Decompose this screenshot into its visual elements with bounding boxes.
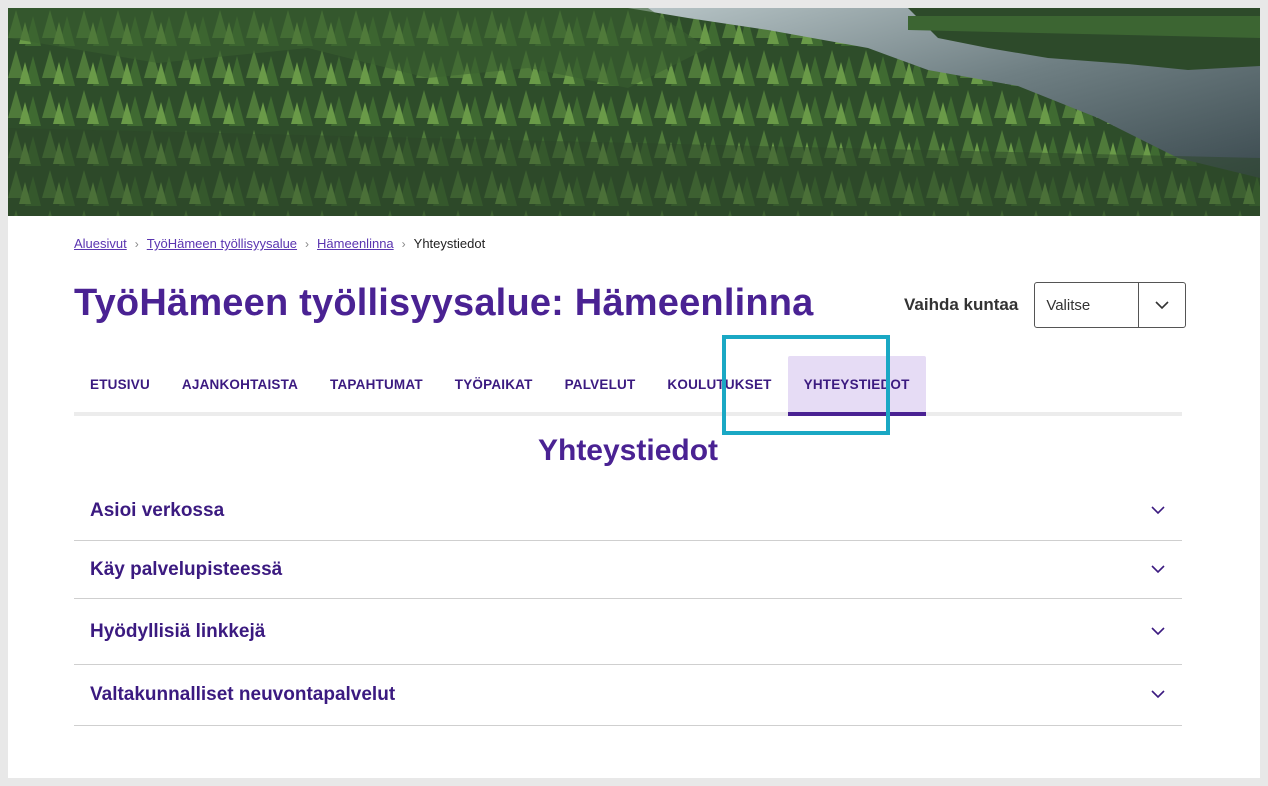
chevron-down-icon bbox=[1150, 686, 1166, 704]
municipality-select[interactable]: Valitse bbox=[1034, 282, 1187, 328]
page-frame: Aluesivut › TyöHämeen työllisyysalue › H… bbox=[8, 8, 1260, 778]
breadcrumb-separator-icon: › bbox=[134, 236, 139, 251]
municipality-label: Vaihda kuntaa bbox=[904, 295, 1019, 314]
accordion-item-hyodyllisia-linkkeja[interactable]: Hyödyllisiä linkkejä bbox=[74, 599, 1182, 665]
tab-etusivu[interactable]: ETUSIVU bbox=[74, 356, 166, 412]
accordion-label: Hyödyllisiä linkkejä bbox=[90, 620, 266, 642]
accordion-item-asioi-verkossa[interactable]: Asioi verkossa bbox=[74, 482, 1182, 541]
municipality-selector: Vaihda kuntaa Valitse bbox=[904, 282, 1187, 328]
breadcrumb-current: Yhteystiedot bbox=[413, 236, 486, 251]
tab-palvelut[interactable]: PALVELUT bbox=[549, 356, 652, 412]
breadcrumb-link-aluesivut[interactable]: Aluesivut bbox=[74, 236, 127, 251]
accordion-label: Valtakunnalliset neuvontapalvelut bbox=[90, 684, 396, 705]
hero-image bbox=[8, 8, 1260, 216]
tab-tapahtumat[interactable]: TAPAHTUMAT bbox=[314, 356, 439, 412]
tab-koulutukset[interactable]: KOULUTUKSET bbox=[651, 356, 787, 412]
breadcrumb-separator-icon: › bbox=[401, 236, 406, 251]
tab-yhteystiedot[interactable]: YHTEYSTIEDOT bbox=[787, 356, 926, 416]
chevron-down-icon bbox=[1150, 502, 1166, 520]
breadcrumb: Aluesivut › TyöHämeen työllisyysalue › H… bbox=[74, 236, 485, 251]
breadcrumb-link-hameenlinna[interactable]: Hämeenlinna bbox=[317, 236, 394, 251]
accordion-item-kay-palvelupisteessa[interactable]: Käy palvelupisteessä bbox=[74, 541, 1182, 599]
tab-tyopaikat[interactable]: TYÖPAIKAT bbox=[439, 356, 549, 412]
chevron-down-icon bbox=[1150, 623, 1166, 641]
chevron-down-icon bbox=[1150, 561, 1166, 579]
municipality-select-value: Valitse bbox=[1046, 296, 1091, 314]
section-tabs: ETUSIVU AJANKOHTAISTA TAPAHTUMAT TYÖPAIK… bbox=[74, 356, 1182, 416]
tab-ajankohtaista[interactable]: AJANKOHTAISTA bbox=[166, 356, 314, 412]
accordion-label: Käy palvelupisteessä bbox=[90, 558, 283, 580]
chevron-down-icon[interactable] bbox=[1138, 283, 1185, 327]
section-title: Yhteystiedot bbox=[537, 434, 719, 467]
page-title: TyöHämeen työllisyysalue: Hämeenlinna bbox=[74, 282, 814, 324]
accordion: Asioi verkossa Käy palvelupisteessä Hyöd… bbox=[74, 482, 1182, 726]
breadcrumb-link-tyohame[interactable]: TyöHämeen työllisyysalue bbox=[147, 236, 297, 251]
accordion-item-valtakunnalliset[interactable]: Valtakunnalliset neuvontapalvelut bbox=[74, 665, 1182, 726]
breadcrumb-separator-icon: › bbox=[305, 236, 310, 251]
accordion-label: Asioi verkossa bbox=[90, 500, 225, 521]
